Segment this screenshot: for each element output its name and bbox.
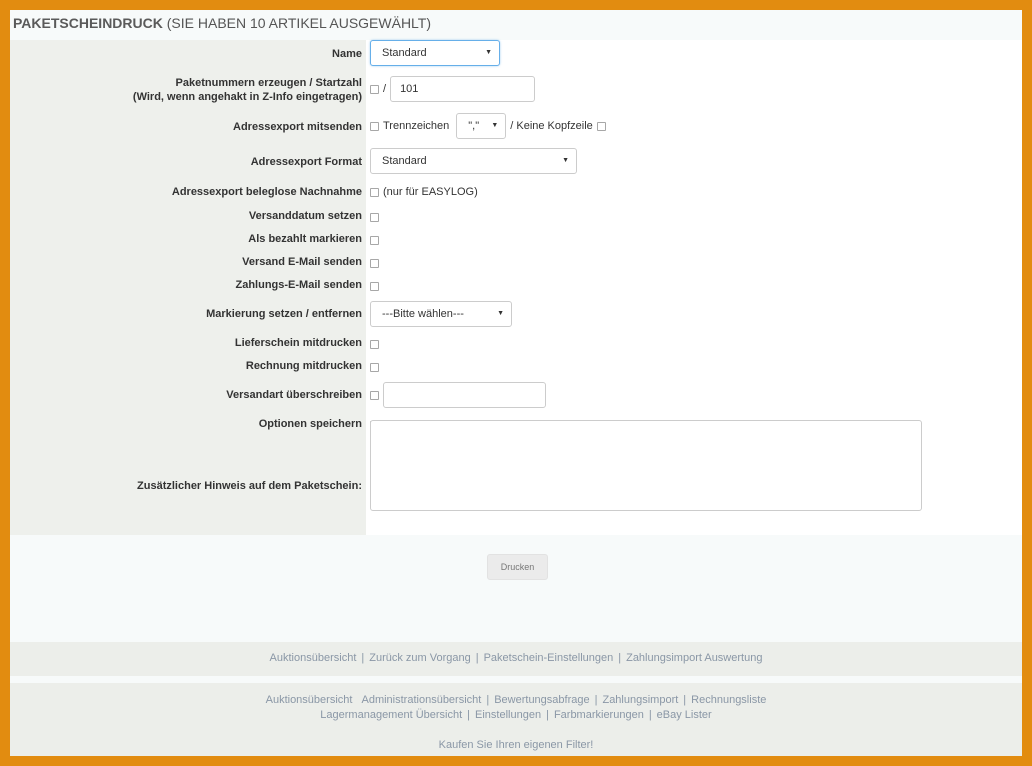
chevron-down-icon: ▼ bbox=[491, 122, 499, 129]
page-title-main: PAKETSCHEINDRUCK bbox=[13, 15, 163, 31]
page-frame: PAKETSCHEINDRUCK (SIE HABEN 10 ARTIKEL A… bbox=[10, 10, 1022, 756]
nav-separator: | bbox=[475, 652, 479, 664]
footer-bewertungsabfrage[interactable]: Bewertungsabfrage bbox=[494, 694, 589, 706]
footer: Auktionsübersicht Administrationsübersic… bbox=[10, 683, 1022, 756]
adressexport-format-value: Standard bbox=[382, 155, 427, 167]
versandart-label: Versandart überschreiben bbox=[226, 389, 362, 401]
name-select-value: Standard bbox=[382, 47, 427, 59]
nav-auktionsuebersicht[interactable]: Auktionsübersicht bbox=[270, 652, 357, 664]
rechnung-label: Rechnung mitdrucken bbox=[245, 360, 362, 372]
page-title-subtitle: (SIE HABEN 10 ARTIKEL AUSGEWÄHLT) bbox=[166, 15, 432, 31]
hinweis-label: Zusätzlicher Hinweis auf dem Paketschein… bbox=[137, 480, 362, 492]
adressexport-label: Adressexport mitsenden bbox=[233, 121, 362, 133]
page-title: PAKETSCHEINDRUCK (SIE HABEN 10 ARTIKEL A… bbox=[13, 15, 431, 31]
footer-separator: | bbox=[648, 709, 652, 721]
footer-separator: | bbox=[486, 694, 490, 706]
nachnahme-label: Adressexport beleglose Nachnahme bbox=[171, 186, 362, 198]
markierung-label: Markierung setzen / entfernen bbox=[206, 308, 362, 320]
nachnahme-checkbox[interactable] bbox=[370, 187, 379, 197]
versandart-input[interactable] bbox=[383, 382, 546, 408]
versand-email-checkbox[interactable] bbox=[370, 259, 379, 268]
nav-zurueck-zum-vorgang[interactable]: Zurück zum Vorgang bbox=[369, 652, 471, 664]
versandart-checkbox[interactable] bbox=[370, 390, 379, 400]
adressexport-format-select[interactable]: Standard ▼ bbox=[370, 148, 577, 174]
footer-separator: | bbox=[594, 694, 598, 706]
nav-paketschein-einstellungen[interactable]: Paketschein-Einstellungen bbox=[484, 652, 614, 664]
paketnummern-slash: / bbox=[383, 83, 387, 95]
nav-separator: | bbox=[361, 652, 365, 664]
footer-einstellungen[interactable]: Einstellungen bbox=[475, 709, 541, 721]
chevron-down-icon: ▼ bbox=[562, 157, 569, 164]
footer-farbmarkierungen[interactable]: Farbmarkierungen bbox=[554, 709, 644, 721]
chevron-down-icon: ▼ bbox=[497, 310, 504, 317]
footer-rechnungsliste[interactable]: Rechnungsliste bbox=[691, 694, 766, 706]
versanddatum-checkbox[interactable] bbox=[370, 213, 379, 222]
footer-lagermanagement[interactable]: Lagermanagement Übersicht bbox=[320, 709, 462, 721]
paketnummern-label: Paketnummern erzeugen / Startzahl (Wird,… bbox=[12, 76, 362, 104]
trennzeichen-value: "," bbox=[468, 120, 480, 132]
footer-tagline[interactable]: Kaufen Sie Ihren eigenen Filter! bbox=[10, 739, 1022, 751]
trennzeichen-select[interactable]: "," ▼ bbox=[456, 113, 507, 139]
footer-separator: | bbox=[467, 709, 471, 721]
paketnummern-checkbox[interactable] bbox=[370, 84, 379, 94]
nav-separator: | bbox=[618, 652, 622, 664]
nav-zahlungsimport-auswertung[interactable]: Zahlungsimport Auswertung bbox=[626, 652, 762, 664]
print-button[interactable]: Drucken bbox=[487, 554, 548, 580]
keine-kopfzeile-checkbox[interactable] bbox=[596, 121, 606, 131]
bezahlt-label: Als bezahlt markieren bbox=[248, 233, 362, 245]
keine-kopfzeile-label: / Keine Kopfzeile bbox=[510, 120, 593, 132]
footer-separator: | bbox=[546, 709, 549, 721]
footer-separator: | bbox=[683, 694, 687, 706]
adressexport-checkbox[interactable] bbox=[370, 121, 379, 131]
optionen-label: Optionen speichern bbox=[258, 418, 362, 430]
footer-administrationsuebersicht[interactable]: Administrationsübersicht bbox=[362, 694, 482, 706]
versand-email-label: Versand E-Mail senden bbox=[242, 256, 362, 268]
rechnung-checkbox[interactable] bbox=[370, 363, 379, 372]
paketnummern-label-line1: Paketnummern erzeugen / Startzahl bbox=[175, 77, 362, 89]
versanddatum-label: Versanddatum setzen bbox=[248, 210, 362, 222]
startzahl-input[interactable]: 101 bbox=[390, 76, 536, 102]
footer-links-row1: Auktionsübersicht Administrationsübersic… bbox=[10, 694, 1022, 706]
footer-zahlungsimport[interactable]: Zahlungsimport bbox=[602, 694, 678, 706]
bezahlt-checkbox[interactable] bbox=[370, 236, 379, 245]
markierung-value: ---Bitte wählen--- bbox=[382, 308, 464, 320]
zahlungs-email-label: Zahlungs-E-Mail senden bbox=[235, 279, 362, 291]
lieferschein-checkbox[interactable] bbox=[370, 340, 379, 349]
secondary-nav: Auktionsübersicht | Zurück zum Vorgang | Pak… bbox=[10, 642, 1022, 676]
paketnummern-label-line2: (Wird, wenn angehakt in Z-Info eingetrag… bbox=[132, 91, 362, 103]
name-select[interactable]: Standard ▼ bbox=[370, 40, 500, 66]
trennzeichen-label: Trennzeichen bbox=[383, 120, 450, 132]
markierung-select[interactable]: ---Bitte wählen--- ▼ bbox=[370, 301, 512, 327]
nachnahme-hint: (nur für EASYLOG) bbox=[383, 186, 478, 198]
adressexport-format-label: Adressexport Format bbox=[250, 156, 362, 168]
lieferschein-label: Lieferschein mitdrucken bbox=[234, 337, 362, 349]
zahlungs-email-checkbox[interactable] bbox=[370, 282, 379, 291]
hinweis-textarea[interactable] bbox=[370, 420, 922, 511]
footer-auktionsuebersicht[interactable]: Auktionsübersicht bbox=[266, 694, 353, 706]
footer-ebay-lister[interactable]: eBay Lister bbox=[657, 709, 712, 721]
footer-links-row2: Lagermanagement Übersicht | Einstellungen |… bbox=[10, 709, 1022, 721]
name-label: Name bbox=[332, 48, 362, 60]
chevron-down-icon: ▼ bbox=[485, 49, 492, 56]
